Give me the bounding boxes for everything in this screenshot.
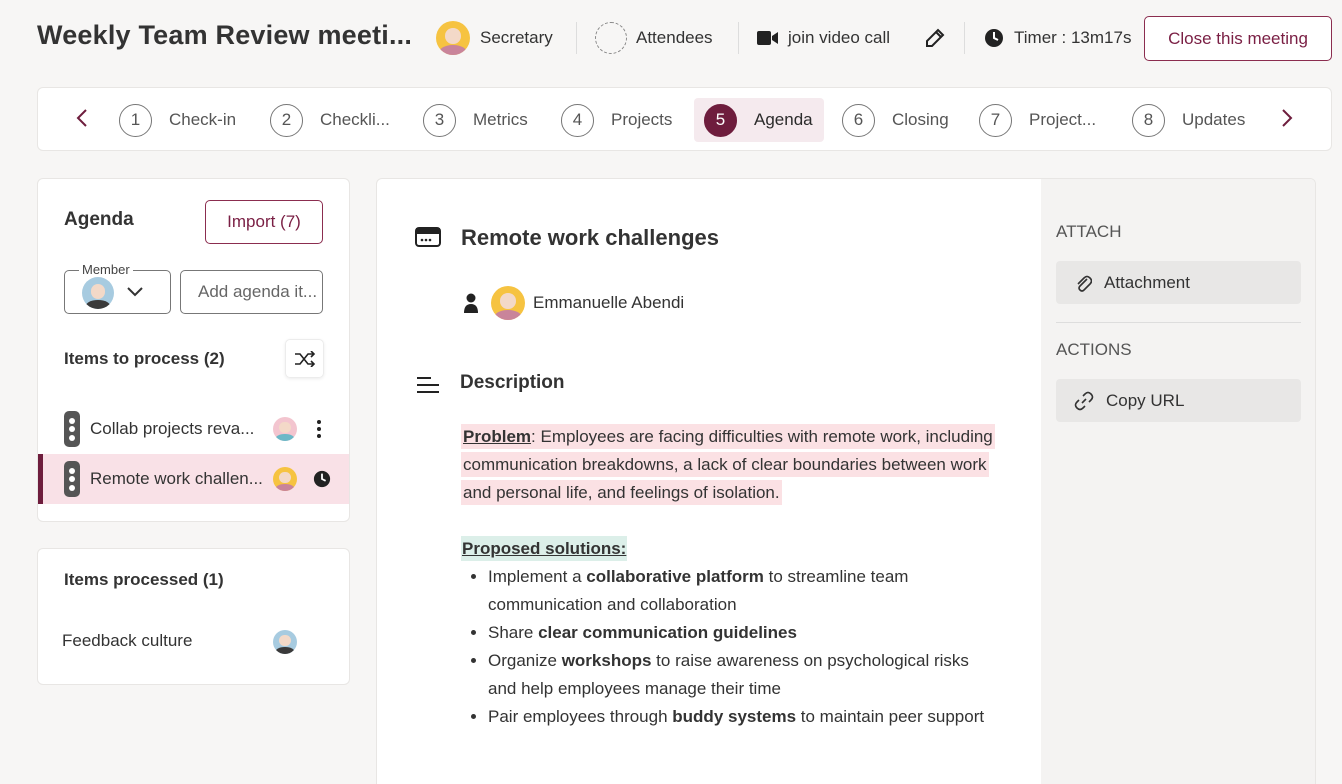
- step-label: Check-in: [169, 110, 237, 129]
- shuffle-button[interactable]: [285, 339, 324, 378]
- edit-button[interactable]: [924, 20, 946, 56]
- agenda-item-label: Collab projects reva...: [90, 419, 255, 438]
- description-title: Description: [460, 372, 565, 393]
- solution-item: Share clear communication guidelines: [488, 619, 1001, 647]
- step-label: Agenda: [754, 110, 813, 129]
- attachment-label: Attachment: [1104, 272, 1190, 292]
- shuffle-icon: [294, 350, 315, 367]
- copy-url-button[interactable]: Copy URL: [1056, 379, 1301, 422]
- close-meeting-button[interactable]: Close this meeting: [1144, 16, 1332, 61]
- header-divider: [576, 22, 577, 54]
- step-label: Updates: [1182, 110, 1246, 129]
- step-agenda[interactable]: 5 Agenda: [694, 98, 824, 142]
- attachment-button[interactable]: Attachment: [1056, 261, 1301, 304]
- meeting-header: Weekly Team Review meeti... Secretary At…: [0, 0, 1342, 78]
- step-number: 6: [842, 103, 875, 137]
- copy-url-label: Copy URL: [1106, 390, 1185, 410]
- description-lines-icon: [417, 377, 439, 393]
- solutions-list: Implement a collaborative platform to st…: [488, 563, 1001, 731]
- agenda-item-selected[interactable]: Remote work challen...: [38, 454, 349, 504]
- join-video-call-button[interactable]: join video call: [757, 20, 890, 56]
- owner-avatar: [273, 630, 297, 654]
- problem-text: : Employees are facing difficulties with…: [463, 427, 993, 502]
- solution-item: Implement a collaborative platform to st…: [488, 563, 1001, 619]
- attendees-button[interactable]: Attendees: [595, 20, 713, 56]
- solution-item: Pair employees through buddy systems to …: [488, 703, 1001, 731]
- step-check-in[interactable]: 1 Check-in: [109, 98, 246, 142]
- more-options-icon[interactable]: [317, 419, 321, 439]
- add-agenda-item-input[interactable]: Add agenda it...: [180, 270, 323, 314]
- meeting-title: Weekly Team Review meeti...: [37, 20, 413, 50]
- solution-item: Organize workshops to raise awareness on…: [488, 647, 1001, 703]
- meeting-steps-bar: 1 Check-in 2 Checkli... 3 Metrics 4 Projects…: [37, 87, 1332, 151]
- step-number: 8: [1132, 103, 1165, 137]
- step-label: Metrics: [473, 110, 528, 129]
- attach-heading: ATTACH: [1056, 222, 1122, 241]
- processed-panel: Items processed (1) Feedback culture: [37, 548, 350, 685]
- items-processed-title: Items processed (1): [64, 570, 224, 589]
- step-number: 3: [423, 103, 456, 137]
- timer-label: Timer : 13m17s: [1014, 28, 1132, 47]
- chevron-left-icon[interactable]: [76, 108, 88, 134]
- step-projects[interactable]: 4 Projects: [551, 98, 682, 142]
- chevron-down-icon: [127, 287, 143, 297]
- paperclip-icon: [1077, 275, 1092, 292]
- step-label: Checkli...: [320, 110, 390, 129]
- step-label: Closing: [892, 110, 949, 129]
- step-number: 2: [270, 103, 303, 137]
- step-number: 5: [704, 103, 737, 137]
- step-metrics[interactable]: 3 Metrics: [413, 98, 538, 142]
- agenda-card-icon: [415, 227, 441, 247]
- member-select-label: Member: [79, 262, 133, 277]
- step-label: Projects: [611, 110, 673, 129]
- person-icon: [464, 293, 478, 313]
- attendees-placeholder-icon: [595, 22, 627, 54]
- owner-avatar: [273, 417, 297, 441]
- edit-pencil-icon: [926, 28, 945, 47]
- step-label: Project...: [1029, 110, 1097, 129]
- step-updates[interactable]: 8 Updates: [1122, 98, 1255, 142]
- secretary-avatar: [436, 21, 470, 55]
- secretary-button[interactable]: Secretary: [436, 20, 553, 56]
- step-project-review[interactable]: 7 Project...: [969, 98, 1106, 142]
- actions-heading: ACTIONS: [1056, 340, 1132, 359]
- header-divider: [964, 22, 965, 54]
- problem-label: Problem: [463, 427, 532, 446]
- solutions-label: Proposed solutions:: [461, 536, 628, 561]
- member-select[interactable]: Member: [64, 262, 171, 314]
- agenda-item-detail: Remote work challenges Emmanuelle Abendi…: [376, 178, 1316, 784]
- header-divider: [738, 22, 739, 54]
- step-number: 1: [119, 103, 152, 137]
- owner-avatar: [273, 467, 297, 491]
- import-button[interactable]: Import (7): [205, 200, 323, 244]
- owner-avatar: [491, 286, 525, 320]
- step-closing[interactable]: 6 Closing: [832, 98, 959, 142]
- meeting-timer: Timer : 13m17s: [984, 20, 1131, 56]
- join-video-call-label: join video call: [788, 28, 891, 47]
- drag-handle-icon[interactable]: [64, 411, 80, 447]
- processed-item-label[interactable]: Feedback culture: [62, 631, 192, 651]
- agenda-title: Agenda: [64, 209, 134, 230]
- items-to-process-title: Items to process (2): [64, 349, 225, 368]
- sidebar-divider: [1056, 322, 1301, 323]
- item-title: Remote work challenges: [461, 225, 719, 250]
- chevron-right-icon[interactable]: [1281, 108, 1293, 134]
- clock-icon: [313, 470, 331, 488]
- step-checklist[interactable]: 2 Checkli...: [260, 98, 400, 142]
- video-camera-icon: [757, 31, 778, 45]
- owner-name[interactable]: Emmanuelle Abendi: [533, 293, 684, 313]
- step-number: 4: [561, 103, 594, 137]
- actions-sidebar: ATTACH Attachment ACTIONS Copy URL: [1041, 179, 1315, 784]
- description-body[interactable]: Problem: Employees are facing difficulti…: [461, 423, 1001, 731]
- drag-handle-icon[interactable]: [64, 461, 80, 497]
- attendees-label: Attendees: [636, 28, 713, 47]
- agenda-item[interactable]: Collab projects reva...: [38, 404, 349, 454]
- secretary-label: Secretary: [480, 28, 553, 47]
- member-avatar: [82, 277, 114, 309]
- agenda-item-label: Remote work challen...: [90, 469, 263, 488]
- link-icon: [1074, 391, 1094, 410]
- agenda-panel: Agenda Import (7) Member Add agenda it..…: [37, 178, 350, 522]
- clock-icon: [985, 29, 1003, 47]
- step-number: 7: [979, 103, 1012, 137]
